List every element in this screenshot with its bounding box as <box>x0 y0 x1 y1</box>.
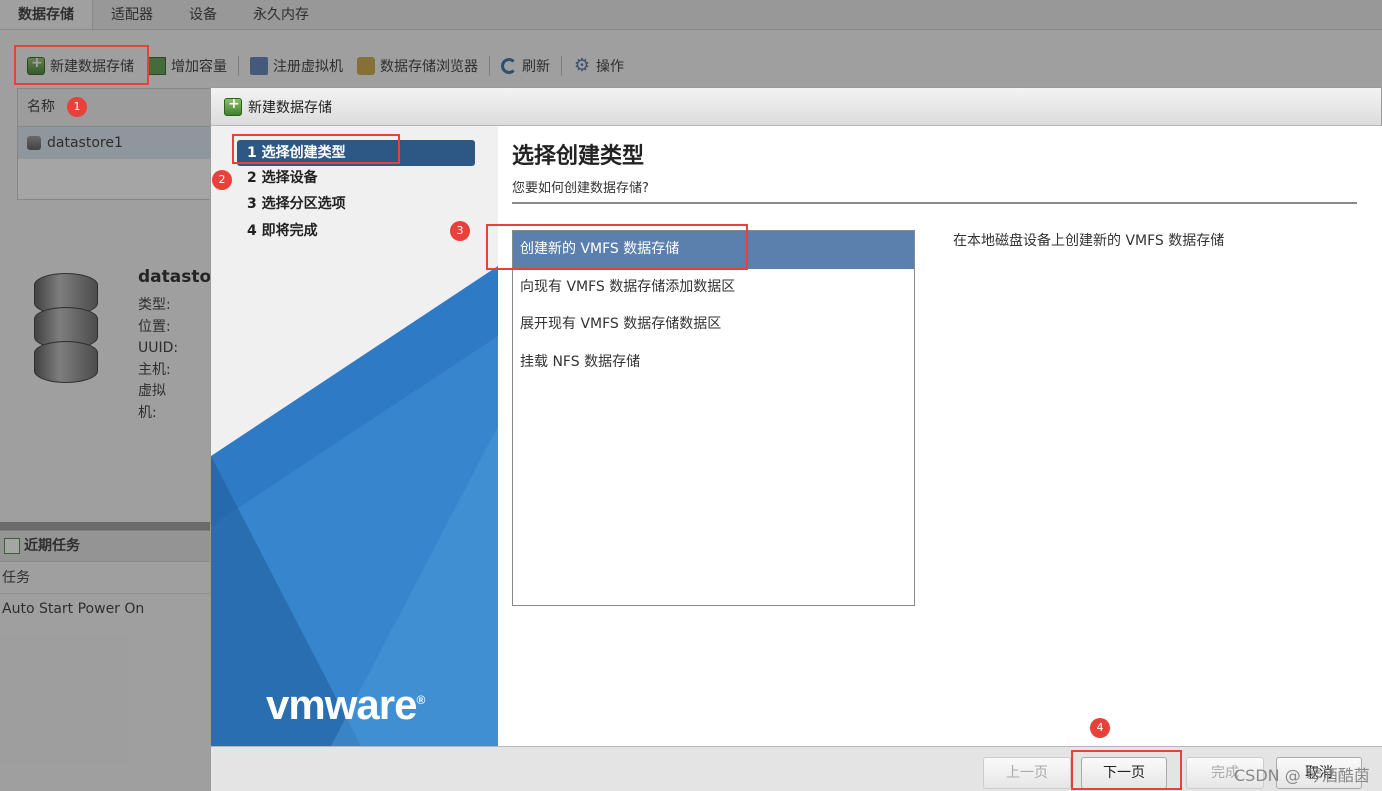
watermark: CSDN @ 琴酒酷茵 <box>1234 766 1370 785</box>
highlight-next-button <box>1071 750 1182 790</box>
page-title: 选择创建类型 <box>512 144 645 169</box>
divider <box>512 202 1357 204</box>
option-expand-extent[interactable]: 展开现有 VMFS 数据存储数据区 <box>513 306 914 344</box>
dialog-title: 新建数据存储 <box>248 99 332 116</box>
annotation-badge-2: 2 <box>212 170 232 190</box>
highlight-new-datastore <box>14 45 149 85</box>
annotation-badge-3: 3 <box>450 221 470 241</box>
splitter[interactable] <box>0 522 210 530</box>
option-mount-nfs[interactable]: 挂载 NFS 数据存储 <box>513 344 914 382</box>
option-add-extent[interactable]: 向现有 VMFS 数据存储添加数据区 <box>513 269 914 307</box>
annotation-badge-1: 1 <box>67 97 87 117</box>
vmware-logo-text: vmware <box>266 681 417 728</box>
wizard-step-2[interactable]: 2 选择设备 <box>237 165 475 191</box>
highlight-step-1 <box>232 134 400 164</box>
wizard-step-3[interactable]: 3 选择分区选项 <box>237 191 475 217</box>
creation-type-list: 创建新的 VMFS 数据存储 向现有 VMFS 数据存储添加数据区 展开现有 V… <box>512 230 915 606</box>
wizard-content: 选择创建类型 您要如何创建数据存储? 创建新的 VMFS 数据存储 向现有 VM… <box>498 126 1382 746</box>
highlight-create-vmfs <box>486 224 748 270</box>
annotation-badge-4: 4 <box>1090 718 1110 738</box>
wizard-steps: 1 选择创建类型 2 选择设备 3 选择分区选项 4 即将完成 vmware® <box>211 126 498 746</box>
page-subtitle: 您要如何创建数据存储? <box>512 181 649 196</box>
new-datastore-dialog: 新建数据存储 1 选择创建类型 2 选择设备 3 选择分区选项 4 即将完成 v… <box>210 87 1382 791</box>
vmware-logo: vmware® <box>266 681 425 728</box>
dialog-titlebar: 新建数据存储 <box>211 88 1381 126</box>
new-datastore-icon <box>224 96 242 116</box>
wizard-step-4[interactable]: 4 即将完成 <box>237 218 475 244</box>
option-description: 在本地磁盘设备上创建新的 VMFS 数据存储 <box>953 233 1225 249</box>
back-button[interactable]: 上一页 <box>983 757 1071 789</box>
dialog-footer: 上一页 下一页 完成 取消 <box>211 746 1382 791</box>
